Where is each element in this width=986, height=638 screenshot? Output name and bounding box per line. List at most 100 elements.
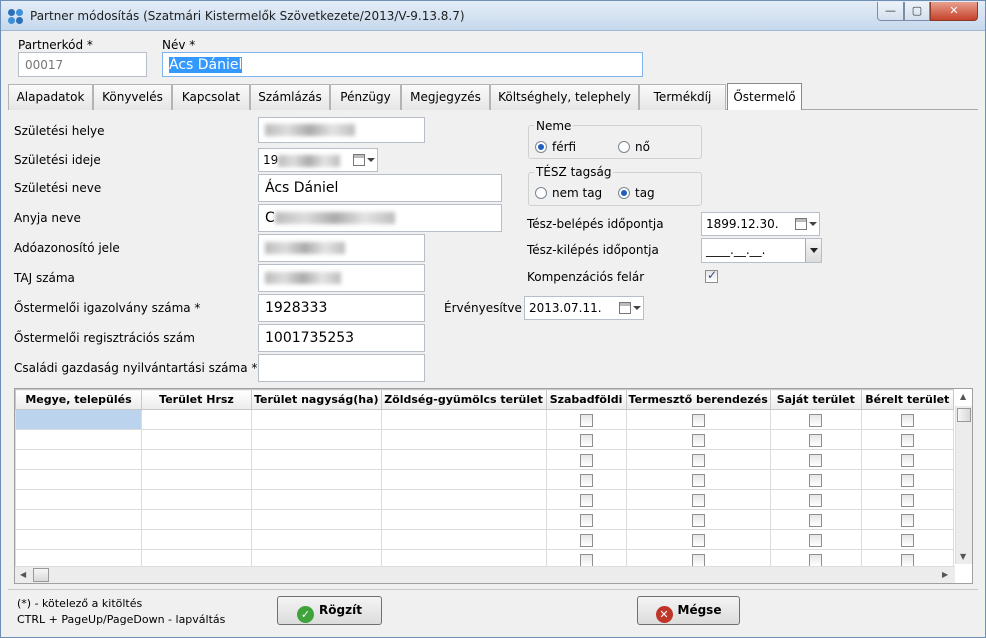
- save-button[interactable]: ✓ Rögzít: [277, 596, 382, 625]
- col-termeszto[interactable]: Termesztő berendezés: [625, 389, 771, 410]
- table-cell[interactable]: [15, 529, 142, 550]
- table-cell[interactable]: [15, 429, 142, 450]
- tab-ostermelo[interactable]: Őstermelő: [727, 83, 802, 110]
- nev-field[interactable]: Ács Dániel: [162, 52, 643, 77]
- table-cell[interactable]: [380, 469, 547, 490]
- table-cell[interactable]: [15, 409, 142, 430]
- table-row[interactable]: [15, 449, 954, 470]
- szuletesi-neve-field[interactable]: Ács Dániel: [258, 174, 502, 202]
- row-checkbox[interactable]: [579, 553, 593, 567]
- scroll-thumb[interactable]: [33, 568, 49, 582]
- table-cell[interactable]: [769, 509, 862, 530]
- col-nagysag[interactable]: Terület nagyság(ha): [251, 389, 382, 410]
- table-cell[interactable]: [545, 429, 627, 450]
- table-cell[interactable]: [625, 489, 771, 510]
- table-cell[interactable]: [545, 489, 627, 510]
- scroll-thumb[interactable]: [957, 408, 971, 422]
- row-checkbox[interactable]: [691, 513, 705, 527]
- table-cell[interactable]: [380, 529, 547, 550]
- row-checkbox[interactable]: [900, 533, 914, 547]
- row-checkbox[interactable]: [900, 413, 914, 427]
- table-cell[interactable]: [380, 449, 547, 470]
- row-checkbox[interactable]: [809, 553, 823, 567]
- row-checkbox[interactable]: [691, 473, 705, 487]
- table-cell[interactable]: [141, 469, 252, 490]
- table-cell[interactable]: [545, 449, 627, 470]
- row-checkbox[interactable]: [691, 433, 705, 447]
- calendar-icon[interactable]: [795, 218, 817, 231]
- radio-ferfi[interactable]: férfi: [535, 140, 576, 154]
- table-cell[interactable]: [141, 409, 252, 430]
- row-checkbox[interactable]: [809, 453, 823, 467]
- szuletesi-helye-field[interactable]: [258, 117, 425, 143]
- table-cell[interactable]: [141, 509, 252, 530]
- maximize-button[interactable]: ▢: [904, 2, 930, 21]
- table-cell[interactable]: [141, 449, 252, 470]
- table-row[interactable]: [15, 529, 954, 550]
- table-cell[interactable]: [860, 489, 954, 510]
- table-cell[interactable]: [380, 429, 547, 450]
- table-cell[interactable]: [380, 409, 547, 430]
- table-cell[interactable]: [625, 509, 771, 530]
- table-cell[interactable]: [769, 529, 862, 550]
- table-cell[interactable]: [15, 489, 142, 510]
- radio-nem-tag[interactable]: nem tag: [535, 186, 602, 200]
- row-checkbox[interactable]: [579, 493, 593, 507]
- table-cell[interactable]: [625, 449, 771, 470]
- row-checkbox[interactable]: [691, 453, 705, 467]
- tab-konyveles[interactable]: Könyvelés: [93, 84, 172, 110]
- vertical-scrollbar[interactable]: ▲ ▼: [955, 392, 972, 564]
- table-cell[interactable]: [625, 409, 771, 430]
- row-checkbox[interactable]: [691, 553, 705, 567]
- table-cell[interactable]: [251, 429, 382, 450]
- radio-no[interactable]: nő: [618, 140, 650, 154]
- table-cell[interactable]: [625, 529, 771, 550]
- table-cell[interactable]: [545, 469, 627, 490]
- scroll-right-icon[interactable]: ▶: [942, 570, 948, 579]
- table-cell[interactable]: [141, 529, 252, 550]
- scroll-down-icon[interactable]: ▼: [960, 552, 966, 561]
- tesz-kilepes-field[interactable]: ____.__.__.: [701, 238, 822, 263]
- row-checkbox[interactable]: [579, 453, 593, 467]
- row-checkbox[interactable]: [579, 433, 593, 447]
- dropdown-arrow-icon[interactable]: [805, 239, 821, 262]
- table-cell[interactable]: [141, 489, 252, 510]
- table-cell[interactable]: [380, 509, 547, 530]
- col-berelt[interactable]: Bérelt terület: [860, 389, 954, 410]
- row-checkbox[interactable]: [691, 493, 705, 507]
- partnerkod-field[interactable]: 00017: [18, 52, 147, 77]
- tesz-belepes-field[interactable]: 1899.12.30.: [701, 212, 820, 236]
- table-cell[interactable]: [625, 469, 771, 490]
- tab-szamlazas[interactable]: Számlázás: [250, 84, 330, 110]
- table-cell[interactable]: [545, 529, 627, 550]
- table-cell[interactable]: [251, 529, 382, 550]
- row-checkbox[interactable]: [691, 413, 705, 427]
- table-cell[interactable]: [545, 509, 627, 530]
- row-checkbox[interactable]: [900, 513, 914, 527]
- col-szabadfoldi[interactable]: Szabadföldi: [545, 389, 627, 410]
- table-cell[interactable]: [15, 509, 142, 530]
- table-cell[interactable]: [251, 469, 382, 490]
- row-checkbox[interactable]: [579, 473, 593, 487]
- scroll-left-icon[interactable]: ◀: [20, 570, 26, 579]
- csaladi-field[interactable]: [258, 354, 425, 382]
- calendar-icon[interactable]: [353, 154, 375, 167]
- table-cell[interactable]: [860, 469, 954, 490]
- regisztracios-field[interactable]: 1001735253: [258, 324, 425, 352]
- table-cell[interactable]: [769, 489, 862, 510]
- scroll-up-icon[interactable]: ▲: [960, 392, 966, 401]
- land-grid[interactable]: Megye, település Terület Hrsz Terület na…: [14, 388, 973, 584]
- anyja-neve-field[interactable]: C: [258, 204, 502, 232]
- tab-megjegyzes[interactable]: Megjegyzés: [401, 84, 490, 110]
- table-row[interactable]: [15, 409, 954, 430]
- tab-termekdij[interactable]: Termékdíj: [639, 84, 726, 110]
- col-zoldseg[interactable]: Zöldség-gyümölcs terület: [380, 389, 547, 410]
- table-row[interactable]: [15, 429, 954, 450]
- row-checkbox[interactable]: [809, 473, 823, 487]
- table-cell[interactable]: [251, 449, 382, 470]
- minimize-button[interactable]: —: [877, 2, 904, 21]
- tab-alapadatok[interactable]: Alapadatok: [8, 84, 93, 110]
- table-cell[interactable]: [769, 469, 862, 490]
- row-checkbox[interactable]: [809, 413, 823, 427]
- tab-penzugy[interactable]: Pénzügy: [330, 84, 401, 110]
